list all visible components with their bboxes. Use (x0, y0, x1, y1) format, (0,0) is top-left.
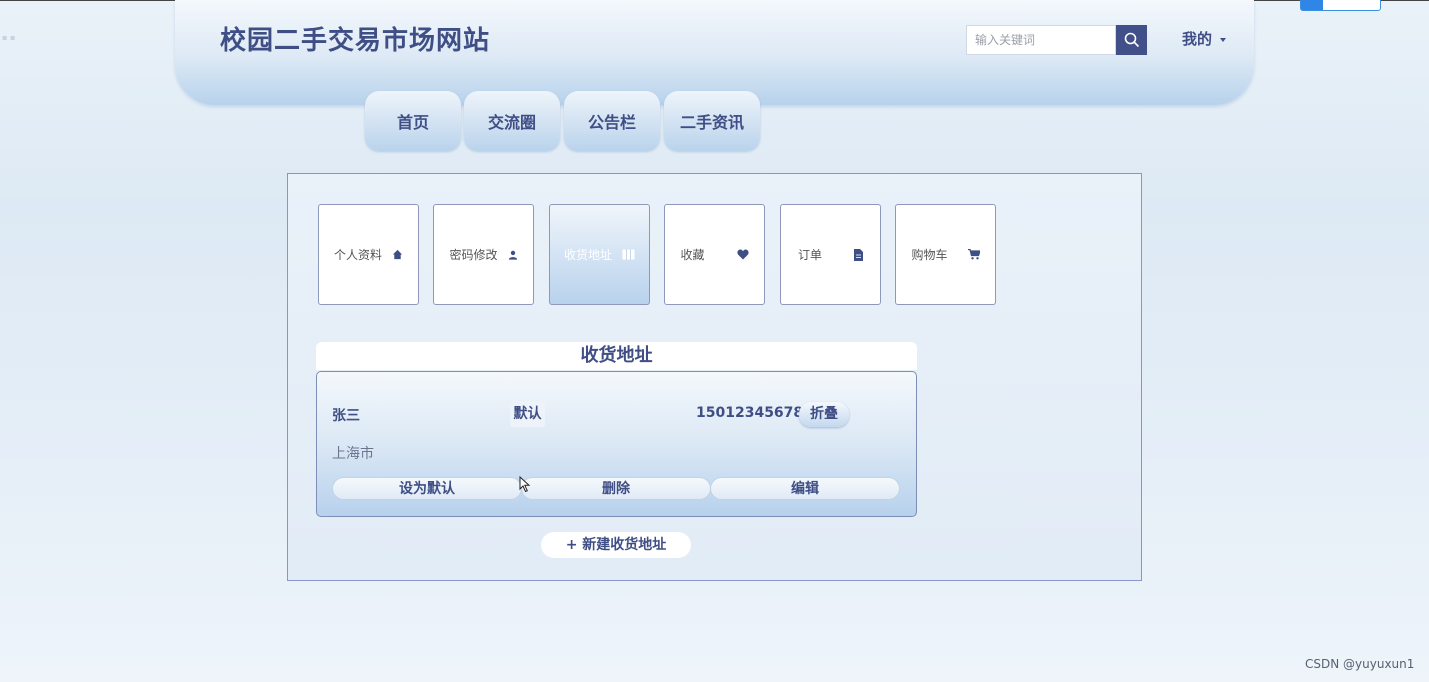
card-label: 购物车 (911, 248, 948, 262)
address-city: 上海市 (332, 446, 374, 462)
faint-edge-mark: ▪ ▪ (2, 33, 16, 42)
set-default-button[interactable]: 设为默认 (332, 477, 522, 500)
heart-icon (736, 249, 749, 260)
card-address[interactable]: 收货地址 (549, 204, 650, 305)
mouse-cursor-icon (519, 476, 531, 493)
search-button[interactable] (1116, 25, 1147, 55)
card-orders[interactable]: 订单 (780, 204, 881, 305)
card-label: 密码修改 (449, 248, 498, 262)
address-icon (622, 249, 635, 260)
card-label: 个人资料 (333, 248, 382, 262)
user-icon (508, 250, 517, 260)
recipient-name: 张三 (332, 408, 360, 424)
fold-button[interactable]: 折叠 (799, 402, 849, 427)
corner-widget[interactable] (1300, 0, 1381, 11)
tab-home[interactable]: 首页 (365, 91, 461, 151)
watermark-text: CSDN @yuyuxun1 (1305, 657, 1415, 671)
new-address-button[interactable]: + 新建收货地址 (541, 532, 691, 558)
my-account-menu[interactable]: 我的 (1182, 28, 1227, 49)
delete-button[interactable]: 删除 (521, 477, 711, 500)
search-icon (1124, 32, 1139, 48)
site-title: 校园二手交易市场网站 (220, 26, 491, 56)
document-icon (854, 248, 863, 261)
card-cart[interactable]: 购物车 (895, 204, 996, 305)
card-label: 订单 (797, 248, 822, 262)
chevron-down-icon (1220, 37, 1227, 42)
recipient-phone: 15012345678 (696, 405, 804, 421)
tab-bulletin[interactable]: 公告栏 (564, 91, 660, 151)
app-logo-icon (1301, 0, 1323, 10)
card-label: 收藏 (680, 248, 705, 262)
card-profile[interactable]: 个人资料 (318, 204, 419, 305)
tab-secondhand-news[interactable]: 二手资讯 (664, 91, 760, 151)
my-account-label: 我的 (1182, 30, 1213, 48)
edit-button[interactable]: 编辑 (710, 477, 900, 500)
home-icon (392, 249, 403, 260)
cart-icon (967, 249, 980, 260)
search-input[interactable] (966, 25, 1116, 55)
card-label: 收货地址 (563, 248, 612, 262)
address-section-title: 收货地址 (316, 342, 917, 370)
tab-community[interactable]: 交流圈 (464, 91, 560, 151)
card-favorites[interactable]: 收藏 (664, 204, 765, 305)
card-password[interactable]: 密码修改 (433, 204, 534, 305)
default-badge: 默认 (510, 401, 545, 427)
